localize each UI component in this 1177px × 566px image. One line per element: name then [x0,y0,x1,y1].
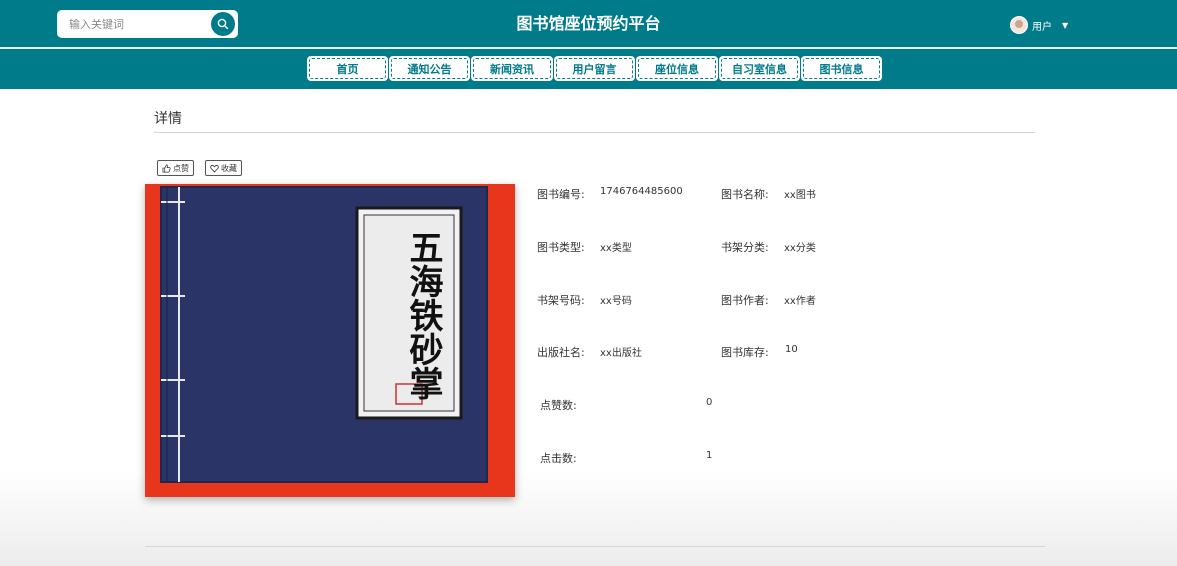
nav-item-news[interactable]: 新闻资讯 [471,56,553,81]
thumbs-up-icon [162,164,171,172]
chevron-down-icon: ▼ [1062,20,1069,30]
main-nav: 首页 通知公告 新闻资讯 用户留言 座位信息 自习室信息 图书信息 [0,49,1177,89]
shelf-no-label: 书架号码: [537,294,585,307]
avatar [1010,16,1028,34]
favorite-button[interactable]: 收藏 [205,160,242,176]
book-cover-image: 五海铁砂掌 [145,184,515,497]
nav-item-home[interactable]: 首页 [307,56,388,81]
like-label: 点赞 [173,163,189,173]
nav-item-notices[interactable]: 通知公告 [389,56,470,81]
stock-label: 图书库存: [721,346,769,359]
book-no-value: 1746764485600 [600,186,683,197]
stock-value: 10 [785,344,798,355]
book-type-value: xx类型 [600,243,632,254]
nav-item-messages[interactable]: 用户留言 [554,56,635,81]
nav-menu: 首页 通知公告 新闻资讯 用户留言 座位信息 自习室信息 图书信息 [307,56,882,81]
likes-label: 点赞数: [540,399,577,412]
section-title: 详情 [154,111,182,127]
shelf-no-value: xx号码 [600,296,632,307]
author-label: 图书作者: [721,294,769,307]
book-cover-text: 五海铁砂掌 [403,229,443,400]
search-button[interactable] [211,12,235,36]
book-name-label: 图书名称: [721,188,769,201]
publisher-label: 出版社名: [537,346,585,359]
book-no-label: 图书编号: [537,188,585,201]
heart-icon [210,164,219,173]
search-box [57,10,238,38]
like-button[interactable]: 点赞 [157,160,194,176]
clicks-label: 点击数: [540,452,577,465]
nav-item-books[interactable]: 图书信息 [801,56,882,81]
book-name-value: xx图书 [784,190,816,201]
favorite-label: 收藏 [221,163,237,173]
author-value: xx作者 [784,296,816,307]
book-type-label: 图书类型: [537,241,585,254]
top-header: 图书馆座位预约平台 用户 ▼ [0,0,1177,47]
user-menu[interactable]: 用户 ▼ [1010,15,1068,35]
section-divider [154,132,1035,133]
nav-item-seats[interactable]: 座位信息 [636,56,718,81]
clicks-value: 1 [706,450,713,461]
likes-value: 0 [706,397,713,408]
user-label: 用户 [1032,21,1052,33]
nav-item-study-rooms[interactable]: 自习室信息 [719,56,800,81]
search-icon [217,18,229,30]
shelf-category-value: xx分类 [784,243,816,254]
publisher-value: xx出版社 [600,348,642,359]
search-input[interactable] [57,10,207,38]
shelf-category-label: 书架分类: [721,241,769,254]
bottom-divider [145,546,1045,547]
